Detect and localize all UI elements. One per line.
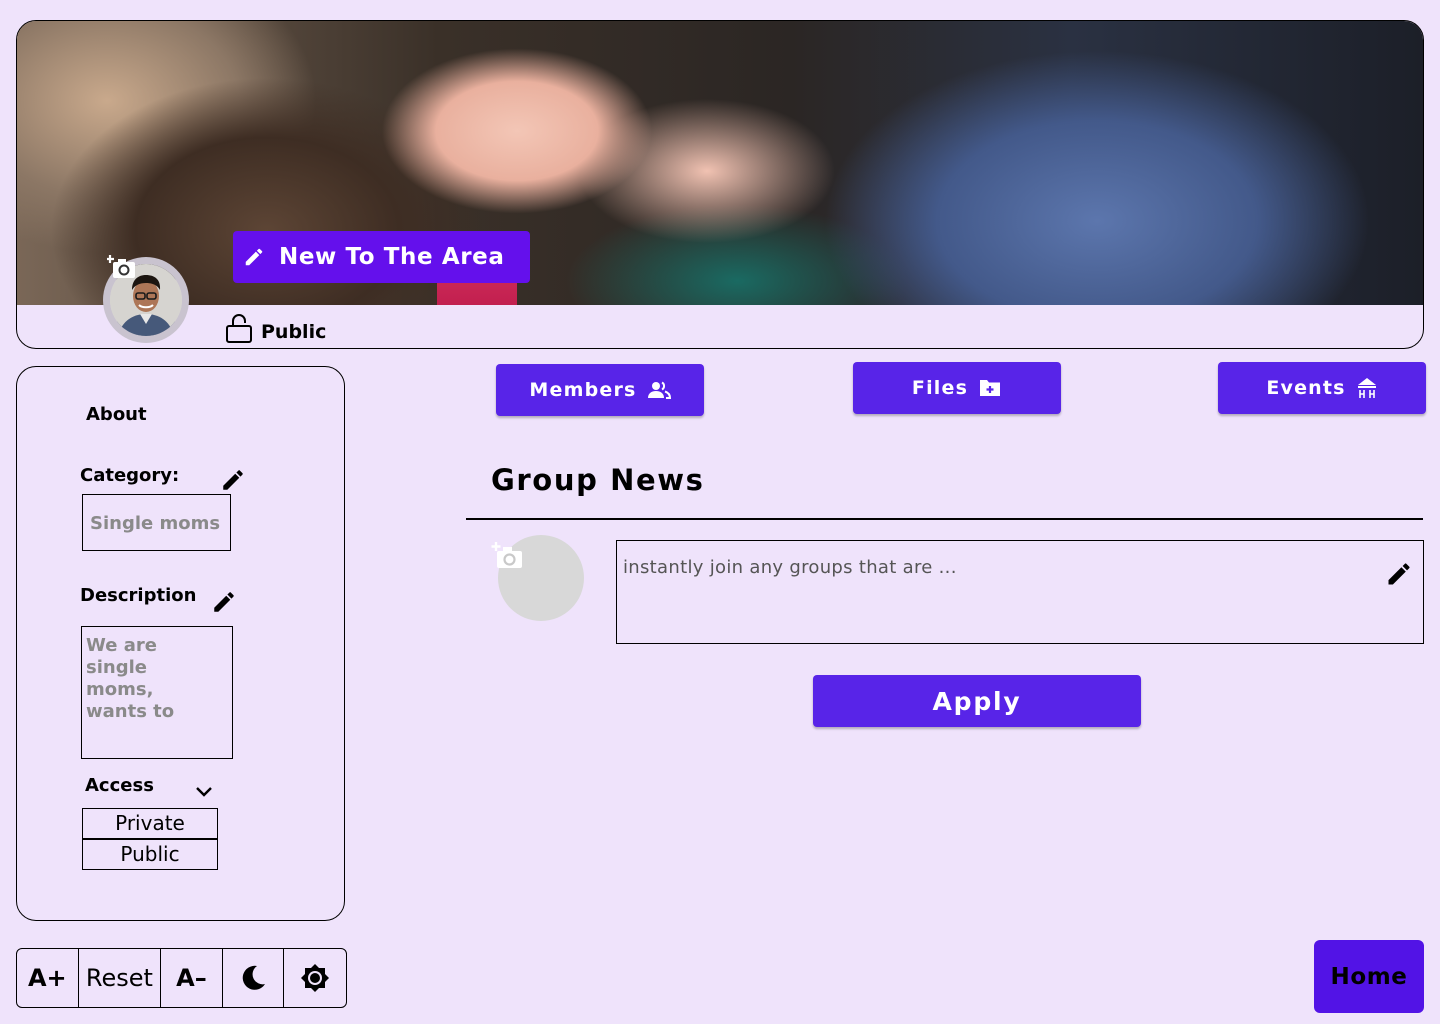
access-option-private[interactable]: Private xyxy=(82,808,218,839)
increase-font-label: A+ xyxy=(27,964,67,992)
edit-description-pencil-icon[interactable] xyxy=(211,589,237,619)
add-photo-icon[interactable] xyxy=(106,253,137,281)
decrease-font-button[interactable]: A– xyxy=(161,949,223,1007)
news-post-input[interactable]: instantly join any groups that are ... xyxy=(616,540,1424,644)
category-field[interactable]: Single moms xyxy=(82,494,231,551)
divider xyxy=(466,518,1423,520)
privacy-indicator: Public xyxy=(225,313,326,343)
category-label: Category: xyxy=(80,465,180,486)
pencil-icon xyxy=(245,248,263,266)
apply-button[interactable]: Apply xyxy=(813,675,1141,727)
group-header-card: New To The Area Public xyxy=(16,20,1424,349)
tab-files[interactable]: Files xyxy=(853,362,1061,414)
reset-font-button[interactable]: Reset xyxy=(79,949,162,1007)
unlock-icon xyxy=(226,314,252,343)
edit-group-name-button[interactable]: New To The Area xyxy=(233,231,530,283)
dark-mode-button[interactable] xyxy=(223,949,285,1007)
description-value: We are single moms, wants to xyxy=(86,635,175,722)
add-photo-icon[interactable] xyxy=(491,540,523,570)
tab-members[interactable]: Members xyxy=(496,364,704,416)
people-icon xyxy=(647,381,671,399)
brightness-icon xyxy=(301,964,330,992)
tab-files-label: Files xyxy=(911,377,969,399)
privacy-label: Public xyxy=(261,321,327,343)
moon-icon xyxy=(242,965,266,990)
description-label: Description xyxy=(80,585,197,606)
light-mode-button[interactable] xyxy=(284,949,346,1007)
cover-photo[interactable] xyxy=(17,21,1423,305)
group-name: New To The Area xyxy=(279,244,505,270)
accessibility-toolbar: A+ Reset A– xyxy=(16,948,347,1008)
description-field[interactable]: We are single moms, wants to xyxy=(81,626,233,759)
home-button[interactable]: Home xyxy=(1314,940,1424,1013)
tab-members-label: Members xyxy=(529,379,637,401)
news-post-placeholder: instantly join any groups that are ... xyxy=(623,557,957,578)
folder-add-icon xyxy=(980,380,1001,396)
venue-icon xyxy=(1357,378,1376,398)
about-panel: About Category: Single moms Description … xyxy=(16,366,345,921)
chevron-down-icon[interactable] xyxy=(195,783,213,802)
edit-post-pencil-icon[interactable] xyxy=(1385,560,1413,592)
decrease-font-label: A– xyxy=(176,964,207,992)
reset-font-label: Reset xyxy=(85,964,153,992)
access-label: Access xyxy=(85,775,154,796)
tab-events-label: Events xyxy=(1266,377,1346,399)
increase-font-button[interactable]: A+ xyxy=(17,949,79,1007)
tab-events[interactable]: Events xyxy=(1218,362,1426,414)
edit-category-pencil-icon[interactable] xyxy=(220,467,246,497)
about-title: About xyxy=(86,404,147,425)
group-news-title: Group News xyxy=(491,463,705,497)
access-option-public[interactable]: Public xyxy=(82,839,218,870)
category-value: Single moms xyxy=(90,513,221,534)
